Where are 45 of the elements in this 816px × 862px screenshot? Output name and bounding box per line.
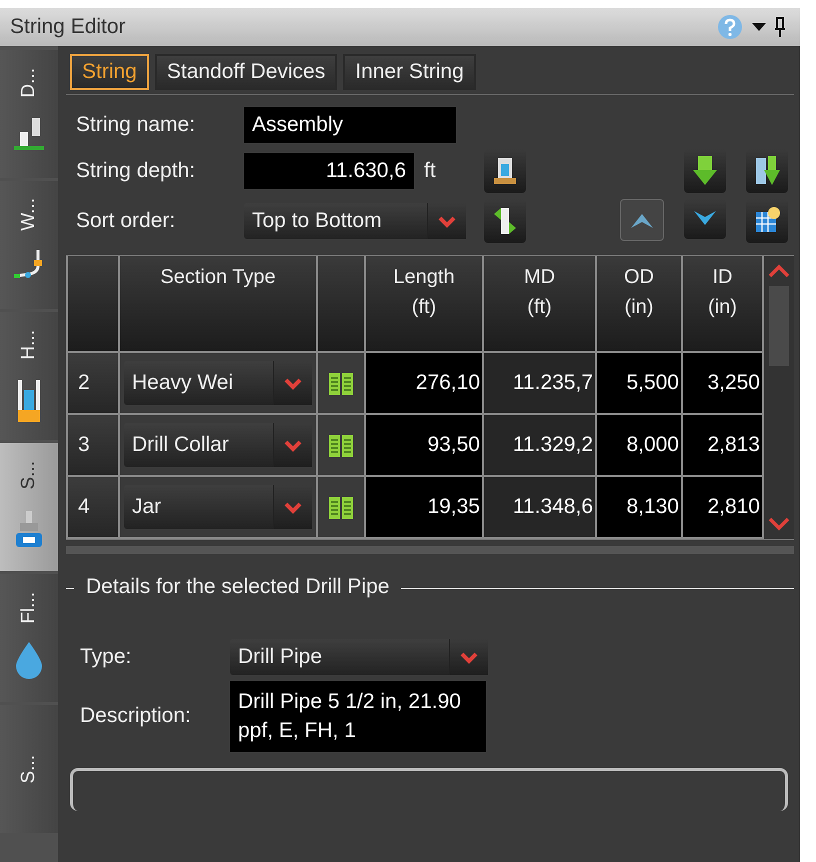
table-cell: 2,813 <box>683 415 762 475</box>
field-label: String depth: <box>76 159 196 183</box>
table-cell: 11.348,6 <box>484 477 595 537</box>
table-cell: 8,130 <box>597 477 681 537</box>
column-header: Section Type <box>120 256 316 351</box>
sort-order-dropdown[interactable]: Top to Bottom <box>244 203 466 239</box>
section-type-dropdown[interactable]: Heavy Wei <box>124 361 312 405</box>
side-tab[interactable]: W... <box>0 181 58 309</box>
field-label: Description: <box>80 704 192 728</box>
tab[interactable]: Inner String <box>343 54 476 90</box>
group-title: Details for the selected Drill Pipe <box>74 575 402 599</box>
side-tab[interactable]: S... <box>0 443 58 571</box>
string-name-field[interactable]: Assembly <box>244 107 456 143</box>
table-cell: 8,000 <box>597 415 681 475</box>
string-depth-field[interactable]: 11.630,6 <box>244 153 414 189</box>
row-number: 3 <box>68 415 118 475</box>
field-label: Type: <box>80 645 132 669</box>
table-cell: 3,250 <box>683 353 762 413</box>
description-field[interactable]: Drill Pipe 5 1/2 in, 21.90 ppf, E, FH, 1 <box>230 681 486 752</box>
table-cell: 2,810 <box>683 477 762 537</box>
field-label: String name: <box>76 113 196 137</box>
type-dropdown[interactable]: Drill Pipe <box>230 639 488 675</box>
row-number: 4 <box>68 477 118 537</box>
side-tab[interactable]: D... <box>0 50 58 178</box>
column-header: MD (ft) <box>484 256 595 351</box>
row-number: 2 <box>68 353 118 413</box>
table-cell: 11.329,2 <box>484 415 595 475</box>
table-cell: 93,50 <box>366 415 482 475</box>
column-header: ID (in) <box>683 256 762 351</box>
unit-label: ft <box>424 159 436 183</box>
window-title: String Editor <box>10 15 126 39</box>
table-cell: 11.235,7 <box>484 353 595 413</box>
tab[interactable]: Standoff Devices <box>154 54 338 90</box>
side-tab[interactable]: Fl... <box>0 574 58 702</box>
section-type-dropdown[interactable]: Jar <box>124 485 312 529</box>
field-label: Sort order: <box>76 209 176 233</box>
table-cell: 19,35 <box>366 477 482 537</box>
table-cell: 276,10 <box>366 353 482 413</box>
side-tab[interactable]: H... <box>0 312 58 440</box>
tab[interactable]: String <box>70 54 149 90</box>
column-header: OD (in) <box>597 256 681 351</box>
side-tab[interactable]: S... <box>0 705 58 833</box>
section-type-dropdown[interactable]: Drill Collar <box>124 423 312 467</box>
table-cell: 5,500 <box>597 353 681 413</box>
column-header: Length (ft) <box>366 256 482 351</box>
